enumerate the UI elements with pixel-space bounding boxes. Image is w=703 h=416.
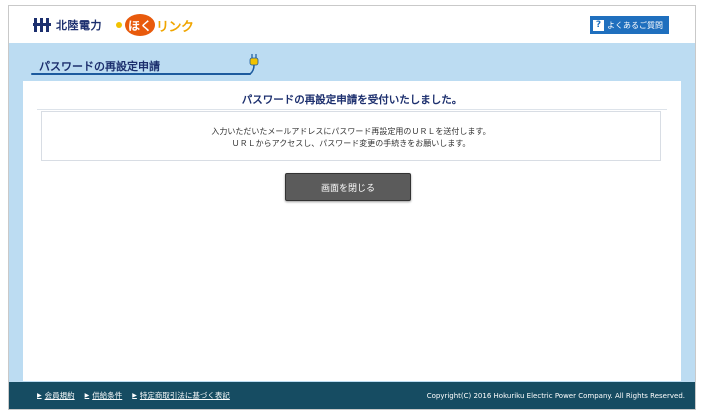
title-underline: [31, 73, 251, 75]
logo-group: 北陸電力 ほく リンク: [33, 14, 194, 36]
triangle-right-icon: ▶: [37, 392, 42, 399]
hokulink-logo-text: リンク: [156, 19, 194, 35]
footer-link-label: 会員規約: [44, 391, 75, 400]
faq-button[interactable]: ? よくあるご質問: [590, 16, 669, 34]
confirmation-heading: パスワードの再設定申請を受付いたしました。: [241, 94, 463, 106]
copyright: Copyright(C) 2016 Hokuriku Electric Powe…: [426, 391, 685, 400]
triangle-right-icon: ▶: [84, 392, 90, 399]
content-band: パスワードの再設定申請 パスワードの再設定申請を受付いたしました。 入力いただい…: [9, 43, 695, 382]
footer-link-terms[interactable]: ▶ 会員規約: [37, 390, 75, 401]
footer-link-label: 供給条件: [92, 391, 123, 400]
divider: [37, 109, 667, 110]
hokuriku-logo-icon: [33, 18, 51, 32]
message-line-1: 入力いただいたメールアドレスにパスワード再設定用のＵＲＬを送付します。: [211, 127, 491, 136]
footer-link-label: 特定商取引法に基づく表記: [139, 391, 230, 400]
hokulink-logo: ほく リンク: [116, 14, 194, 36]
triangle-right-icon: ▶: [132, 392, 137, 399]
page-title: パスワードの再設定申請: [39, 60, 160, 73]
footer-link-commercial-law[interactable]: ▶ 特定商取引法に基づく表記: [132, 390, 230, 401]
close-window-button[interactable]: 画面を閉じる: [285, 173, 411, 201]
header: 北陸電力 ほく リンク ? よくあるご質問: [9, 6, 695, 43]
question-icon: ?: [593, 19, 604, 31]
main-card: パスワードの再設定申請を受付いたしました。 入力いただいたメールアドレスにパスワ…: [23, 81, 681, 381]
footer-link-supply-conditions[interactable]: ▶ 供給条件: [85, 390, 123, 401]
footer: ▶ 会員規約 ▶ 供給条件 ▶ 特定商取引法に基づく表記 Copyright(C) 2…: [9, 382, 695, 409]
logo-dot-icon: [116, 22, 122, 28]
company-name: 北陸電力: [56, 19, 102, 32]
title-area: パスワードの再設定申請: [31, 53, 261, 77]
message-line-2: ＵＲＬからアクセスし、パスワード変更の手続きをお願いします。: [231, 139, 471, 148]
footer-links: ▶ 会員規約 ▶ 供給条件 ▶ 特定商取引法に基づく表記: [37, 390, 240, 401]
faq-label: よくあるご質問: [607, 20, 663, 30]
page-frame: 北陸電力 ほく リンク ? よくあるご質問 パスワードの再設定申請 パスワードの…: [8, 5, 696, 410]
hokulink-logo-circle: ほく: [125, 14, 155, 36]
plug-icon: [249, 54, 259, 75]
message-box: 入力いただいたメールアドレスにパスワード再設定用のＵＲＬを送付します。 ＵＲＬか…: [41, 111, 661, 161]
